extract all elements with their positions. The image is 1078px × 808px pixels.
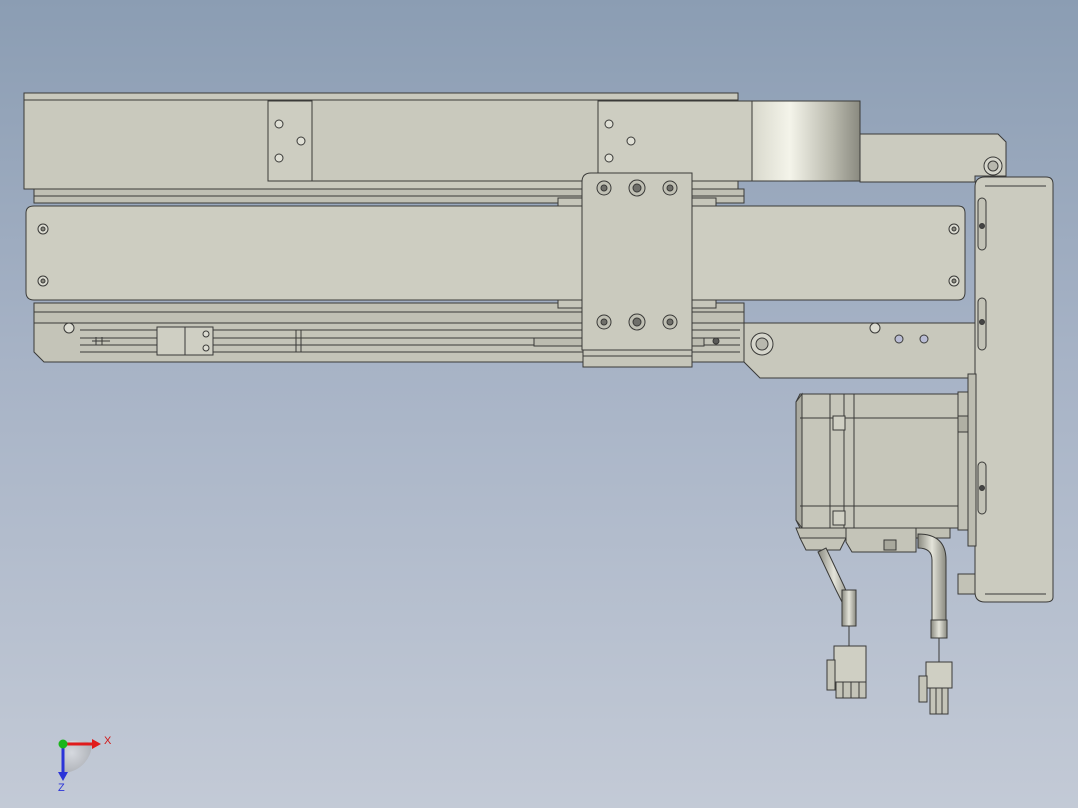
screw-hole-icon bbox=[274, 119, 284, 129]
power-cable bbox=[817, 547, 867, 699]
motor-end-plate bbox=[859, 133, 1007, 183]
servo-motor bbox=[795, 391, 969, 553]
z-axis-label: Z bbox=[58, 782, 65, 794]
power-plug bbox=[833, 645, 867, 683]
screw-hole-icon bbox=[604, 153, 614, 163]
motor-mount-bracket bbox=[957, 176, 1054, 603]
x-axis-label: X bbox=[104, 735, 112, 747]
screw-hole-icon bbox=[626, 136, 636, 146]
encoder-cable bbox=[917, 533, 953, 715]
encoder-connector-housing bbox=[845, 527, 917, 553]
coordinate-triad[interactable]: X Z bbox=[58, 735, 112, 794]
cad-3d-viewport[interactable]: X Z bbox=[0, 0, 1078, 808]
base-extension-plate bbox=[743, 322, 976, 379]
screw-hole-icon bbox=[869, 322, 881, 334]
front-side-plate bbox=[25, 205, 966, 301]
linear-actuator-assembly bbox=[23, 92, 1054, 715]
power-connector-housing bbox=[799, 537, 847, 551]
carriage-slider bbox=[557, 172, 717, 368]
encoder-plug bbox=[925, 661, 953, 689]
pulley-drum bbox=[751, 100, 861, 182]
cad-model-canvas[interactable]: X Z bbox=[0, 0, 1078, 808]
y-axis-dot-icon bbox=[58, 739, 68, 749]
screw-hole-icon bbox=[604, 119, 614, 129]
screw-hole-icon bbox=[63, 322, 75, 334]
screw-hole-icon bbox=[274, 153, 284, 163]
screw-hole-icon bbox=[296, 136, 306, 146]
screw-hole-icon bbox=[919, 334, 929, 344]
screw-hole-icon bbox=[894, 334, 904, 344]
